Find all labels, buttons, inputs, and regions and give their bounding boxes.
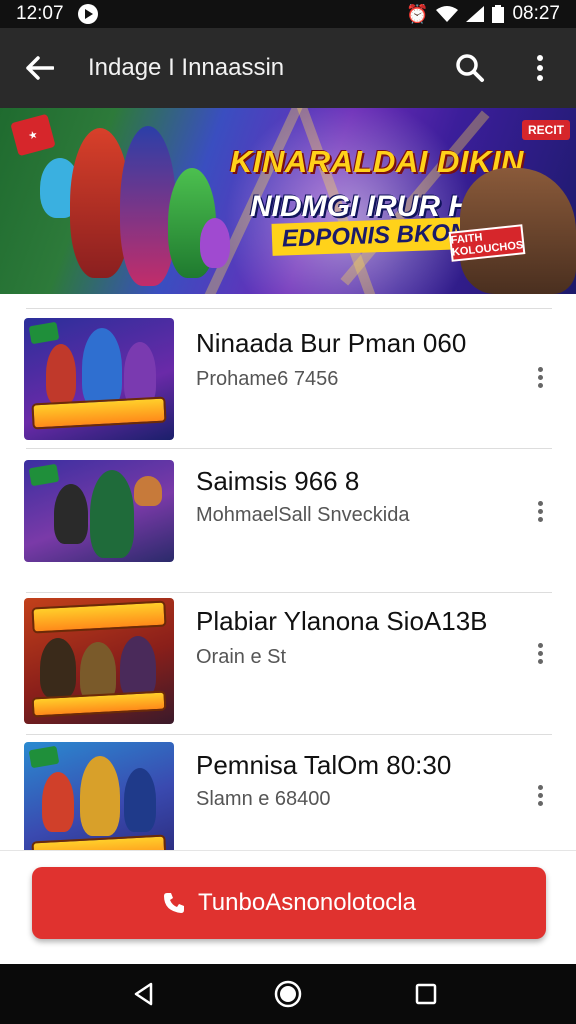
search-icon [456,54,484,82]
nav-recents-button[interactable] [408,976,444,1012]
list-item[interactable]: Plabiar Ylanona SioA13B Orain e St [0,592,576,736]
banner-character [200,218,230,268]
nav-home-button[interactable] [270,976,306,1012]
list-item-more-button[interactable] [526,498,554,538]
list-item[interactable]: Pemnisa TalOm 80:30 Slamn e 68400 [0,734,576,850]
status-time-left: 12:07 [16,3,64,24]
back-arrow-icon [26,56,54,80]
play-icon [77,4,98,24]
thumbnail-tag [28,321,60,345]
banner-character [120,126,176,286]
cta-area: TunboAsnonolotocla [0,850,576,964]
thumbnail-character [54,484,88,544]
list-item-more-button[interactable] [526,640,554,680]
list-item[interactable]: Saimsis 966 8 MohmaelSall Snveckida [0,448,576,592]
game-thumbnail [24,742,174,850]
back-button[interactable] [0,28,80,108]
game-thumbnail [24,318,174,440]
promo-banner[interactable]: ★ KINARALDAI DIKIN NIDMGI IRUR HINI EDPO… [0,108,576,294]
game-thumbnail [24,460,174,562]
thumbnail-character [134,476,162,506]
list-item-title: Pemnisa TalOm 80:30 [196,750,452,780]
thumbnail-tag [28,463,60,487]
more-vert-icon [537,785,543,790]
more-vert-icon [537,643,543,648]
thumbnail-character [42,772,74,832]
thumbnail-character [124,768,156,832]
list-item-title: Plabiar Ylanona SioA13B [196,606,488,636]
system-nav-bar [0,964,576,1024]
more-vert-icon [537,367,543,372]
signal-icon [466,6,485,22]
app-bar: Indage I Innaassin [0,28,576,108]
phone-icon [164,893,185,913]
cta-button[interactable]: TunboAsnonolotocla [32,867,546,939]
thumbnail-character [82,328,122,408]
status-bar: 12:07 ⏰ 08:27 [0,0,576,28]
thumbnail-logo [31,600,167,634]
alarm-icon: ⏰ [406,3,429,24]
thumbnail-tag [28,745,60,769]
thumbnail-character [90,470,134,558]
list-divider [26,734,552,735]
thumbnail-character [80,756,120,836]
list-item-more-button[interactable] [526,782,554,822]
list-divider [26,448,552,449]
banner-badge-right: RECIT [522,120,570,140]
overflow-menu-button[interactable] [526,48,554,88]
game-list: Ninaada Bur Pman 060 Prohame6 7456 Saims… [0,294,576,850]
thumbnail-logo [31,834,167,850]
game-thumbnail [24,598,174,724]
list-item-subtitle: Prohame6 7456 [196,368,339,390]
banner-headline-1: KINARALDAI DIKIN [230,144,524,179]
list-divider [26,592,552,593]
battery-icon [492,5,505,23]
recents-square-icon [415,983,437,1005]
list-item-subtitle: Orain e St [196,646,287,668]
thumbnail-character [46,344,76,404]
more-vert-icon [537,501,543,506]
back-triangle-icon [134,982,153,1006]
cta-label: TunboAsnonolotocla [198,889,416,916]
thumbnail-character [40,638,76,698]
thumbnail-character [120,636,156,698]
list-item-subtitle: Slamn e 68400 [196,788,331,810]
list-item[interactable]: Ninaada Bur Pman 060 Prohame6 7456 [0,308,576,452]
status-time-right: 08:27 [512,3,560,24]
nav-back-button[interactable] [126,976,162,1012]
banner-badge-left: ★ [10,113,56,157]
thumbnail-logo [31,396,167,430]
list-item-more-button[interactable] [526,364,554,404]
list-item-title: Ninaada Bur Pman 060 [196,328,467,358]
list-divider [26,308,552,309]
home-circle-icon [274,980,302,1008]
status-icons: ⏰ 08:27 [406,3,560,25]
list-item-subtitle: MohmaelSall Snveckida [196,504,410,526]
list-item-title: Saimsis 966 8 [196,466,360,496]
search-button[interactable] [450,48,490,88]
page-title: Indage I Innaassin [88,54,285,81]
wifi-icon [436,6,459,22]
more-vert-icon [537,55,543,81]
